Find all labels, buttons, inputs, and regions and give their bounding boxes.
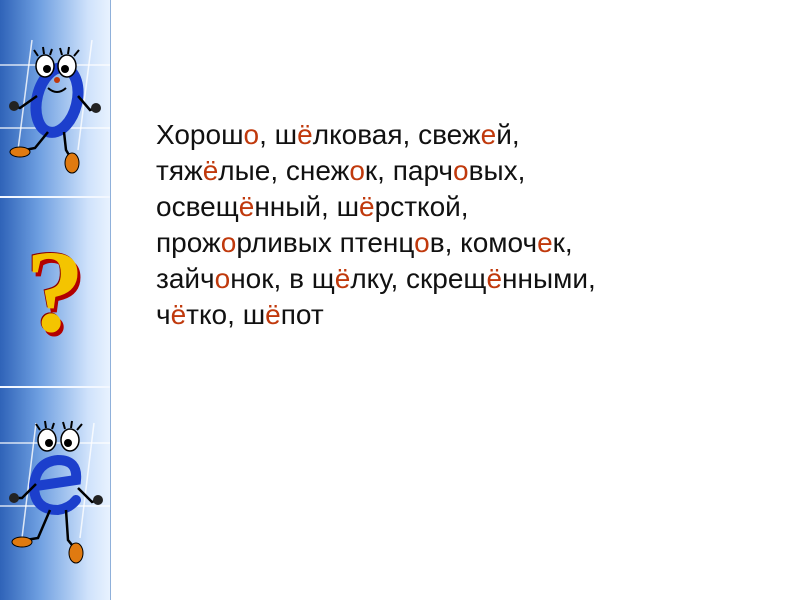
word-text: к, парч bbox=[364, 155, 454, 186]
word-line: чётко, шёпот bbox=[156, 297, 786, 333]
highlighted-vowel: ё bbox=[359, 191, 375, 222]
highlighted-vowel: о bbox=[453, 155, 469, 186]
word-text: к, bbox=[552, 227, 573, 258]
sidebar: ? bbox=[0, 0, 111, 600]
highlighted-vowel: ё bbox=[265, 299, 281, 330]
highlighted-vowel: о bbox=[220, 227, 237, 258]
highlighted-vowel: е bbox=[537, 227, 553, 258]
word-text: лку, скрещ bbox=[350, 263, 487, 294]
letter-o-panel bbox=[0, 0, 110, 198]
highlighted-vowel: ё bbox=[170, 299, 187, 330]
word-list: Хорошо, шёлковая, свежей, тяжёлые, снежок… bbox=[156, 117, 786, 333]
word-text: зайч bbox=[156, 263, 215, 294]
highlighted-vowel: ё bbox=[486, 263, 503, 294]
word-text: лковая, свеж bbox=[312, 119, 481, 150]
highlighted-vowel: о bbox=[243, 119, 260, 150]
word-text: нный, ш bbox=[254, 191, 360, 222]
word-text: вых, bbox=[468, 155, 526, 186]
highlighted-vowel: о bbox=[414, 227, 430, 258]
word-text: нок, в щ bbox=[230, 263, 335, 294]
word-text: рсткой, bbox=[374, 191, 469, 222]
word-text: Хорош bbox=[156, 119, 244, 150]
word-text: лые, снеж bbox=[218, 155, 350, 186]
highlighted-vowel: ё bbox=[202, 155, 219, 186]
word-text: тко, ш bbox=[186, 299, 266, 330]
word-text: пот bbox=[280, 299, 324, 330]
word-text: й, bbox=[496, 119, 520, 150]
highlighted-vowel: о bbox=[214, 263, 231, 294]
word-line: зайчонок, в щёлку, скрещёнными, bbox=[156, 261, 786, 297]
highlighted-vowel: е bbox=[480, 119, 497, 150]
word-text: нными, bbox=[502, 263, 596, 294]
word-text: рливых птенц bbox=[236, 227, 415, 258]
word-line: тяжёлые, снежок, парчовых, bbox=[156, 153, 786, 189]
letter-e-character-icon bbox=[0, 420, 110, 564]
word-text: прож bbox=[156, 227, 221, 258]
highlighted-vowel: ё bbox=[334, 263, 351, 294]
word-line: Хорошо, шёлковая, свежей, bbox=[156, 117, 786, 153]
word-text: ч bbox=[156, 299, 171, 330]
word-text: в, комоч bbox=[429, 227, 538, 258]
highlighted-vowel: ё bbox=[297, 119, 313, 150]
highlighted-vowel: ё bbox=[238, 191, 255, 222]
word-text: тяж bbox=[156, 155, 203, 186]
letter-o-character-icon bbox=[0, 39, 110, 174]
letter-e-panel bbox=[0, 388, 110, 600]
word-line: освещённый, шёрсткой, bbox=[156, 189, 786, 225]
word-text: , ш bbox=[259, 119, 298, 150]
question-mark-icon: ? bbox=[25, 226, 85, 357]
word-text: освещ bbox=[156, 191, 239, 222]
word-line: прожорливых птенцов, комочек, bbox=[156, 225, 786, 261]
highlighted-vowel: о bbox=[349, 155, 365, 186]
